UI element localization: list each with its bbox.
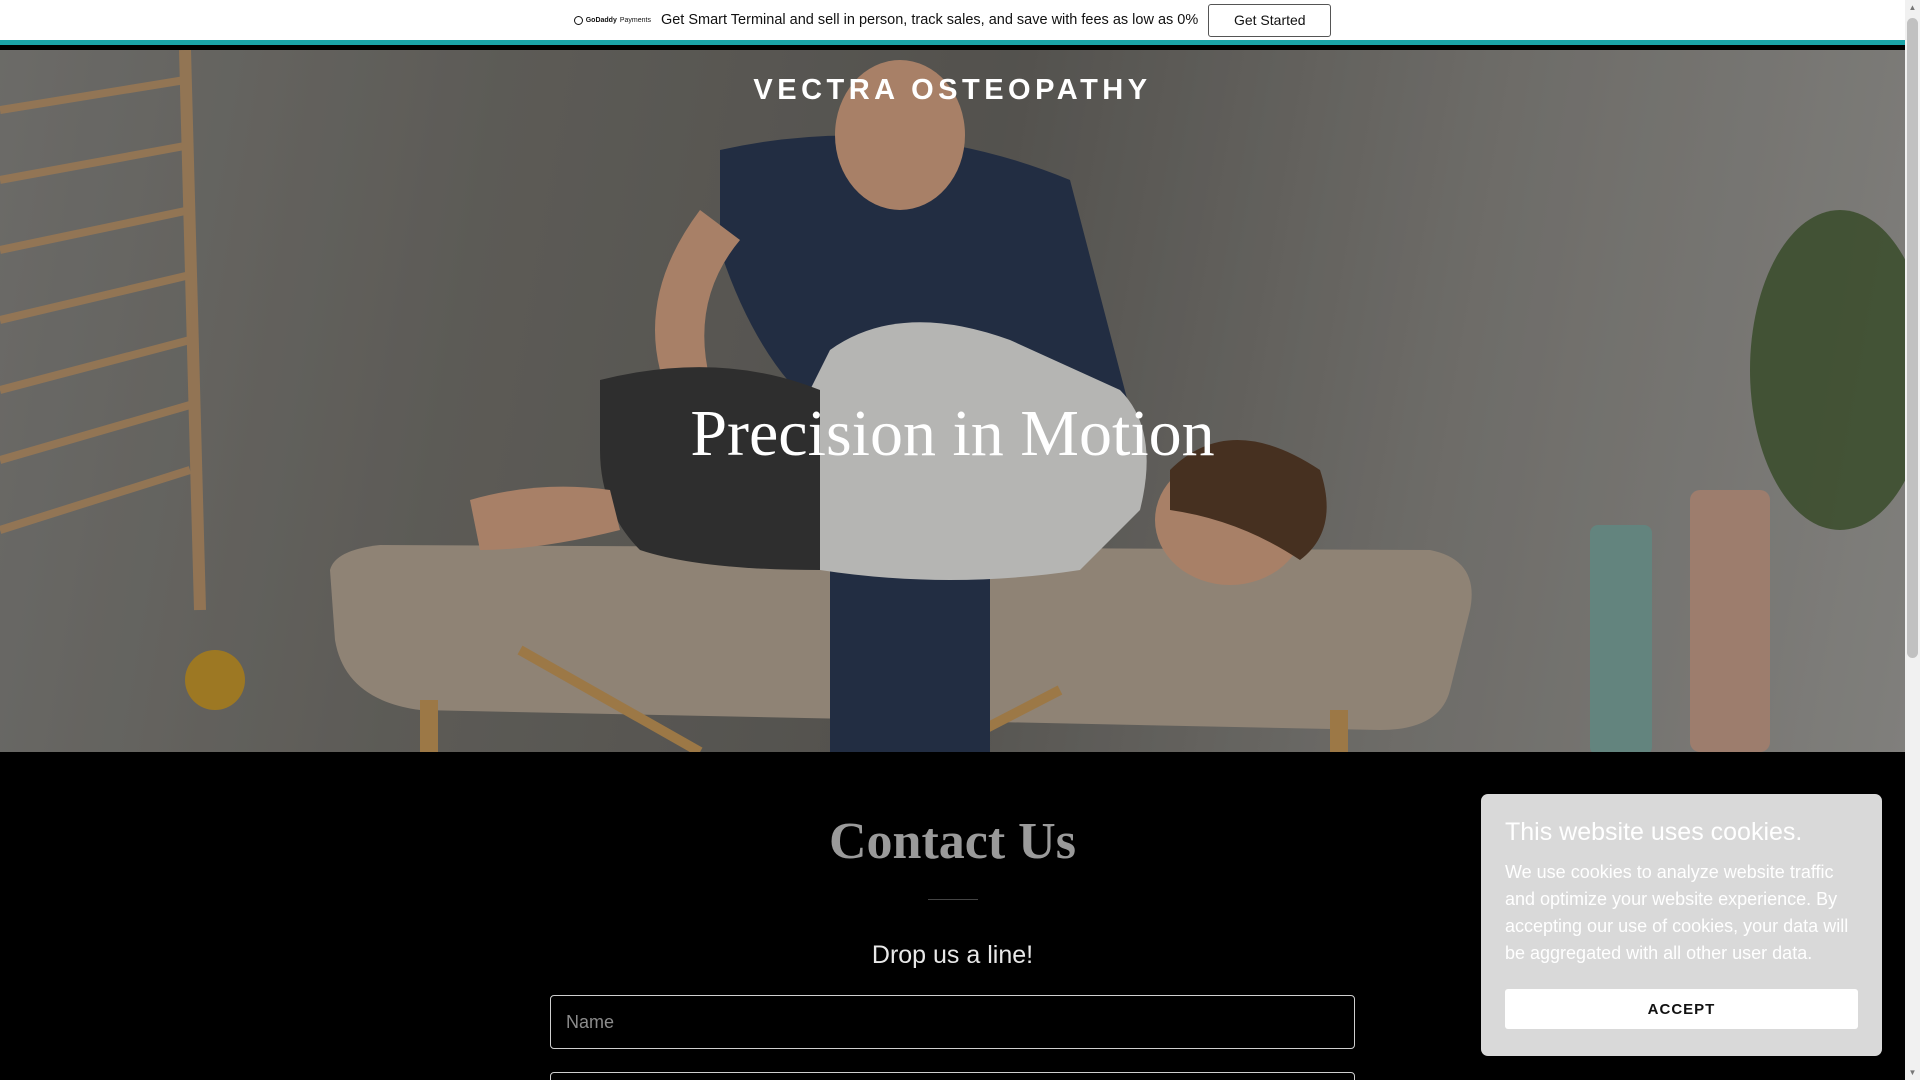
accept-cookies-button[interactable]: ACCEPT	[1505, 989, 1858, 1029]
scroll-down-icon[interactable]: ▼	[1905, 1065, 1920, 1080]
logo-suffix-text: Payments	[619, 16, 651, 24]
godaddy-logo-icon	[573, 15, 583, 25]
godaddy-payments-logo: GoDaddy Payments	[573, 15, 651, 25]
site-title[interactable]: VECTRA OSTEOPATHY	[0, 74, 1905, 107]
page-scrollbar[interactable]: ▲ ▼	[1905, 0, 1920, 1080]
scroll-up-icon[interactable]: ▲	[1905, 0, 1920, 15]
hero-heading: Precision in Motion	[690, 397, 1215, 470]
cookie-body: We use cookies to analyze website traffi…	[1505, 862, 1849, 963]
page: GoDaddy Payments Get Smart Terminal and …	[0, 0, 1905, 1080]
scroll-thumb[interactable]	[1907, 18, 1918, 658]
email-input[interactable]	[550, 1072, 1355, 1080]
section-divider	[928, 899, 978, 900]
cookie-title: This website uses cookies.	[1505, 818, 1803, 846]
name-input[interactable]	[550, 995, 1355, 1049]
promo-bar: GoDaddy Payments Get Smart Terminal and …	[0, 0, 1905, 45]
logo-brand-text: GoDaddy	[585, 16, 617, 24]
cookie-banner: This website uses cookies. We use cookie…	[1481, 794, 1882, 1056]
promo-text: Get Smart Terminal and sell in person, t…	[660, 12, 1199, 28]
get-started-button[interactable]: Get Started	[1208, 3, 1332, 37]
hero-section: VECTRA OSTEOPATHY Precision in Motion	[0, 50, 1905, 752]
